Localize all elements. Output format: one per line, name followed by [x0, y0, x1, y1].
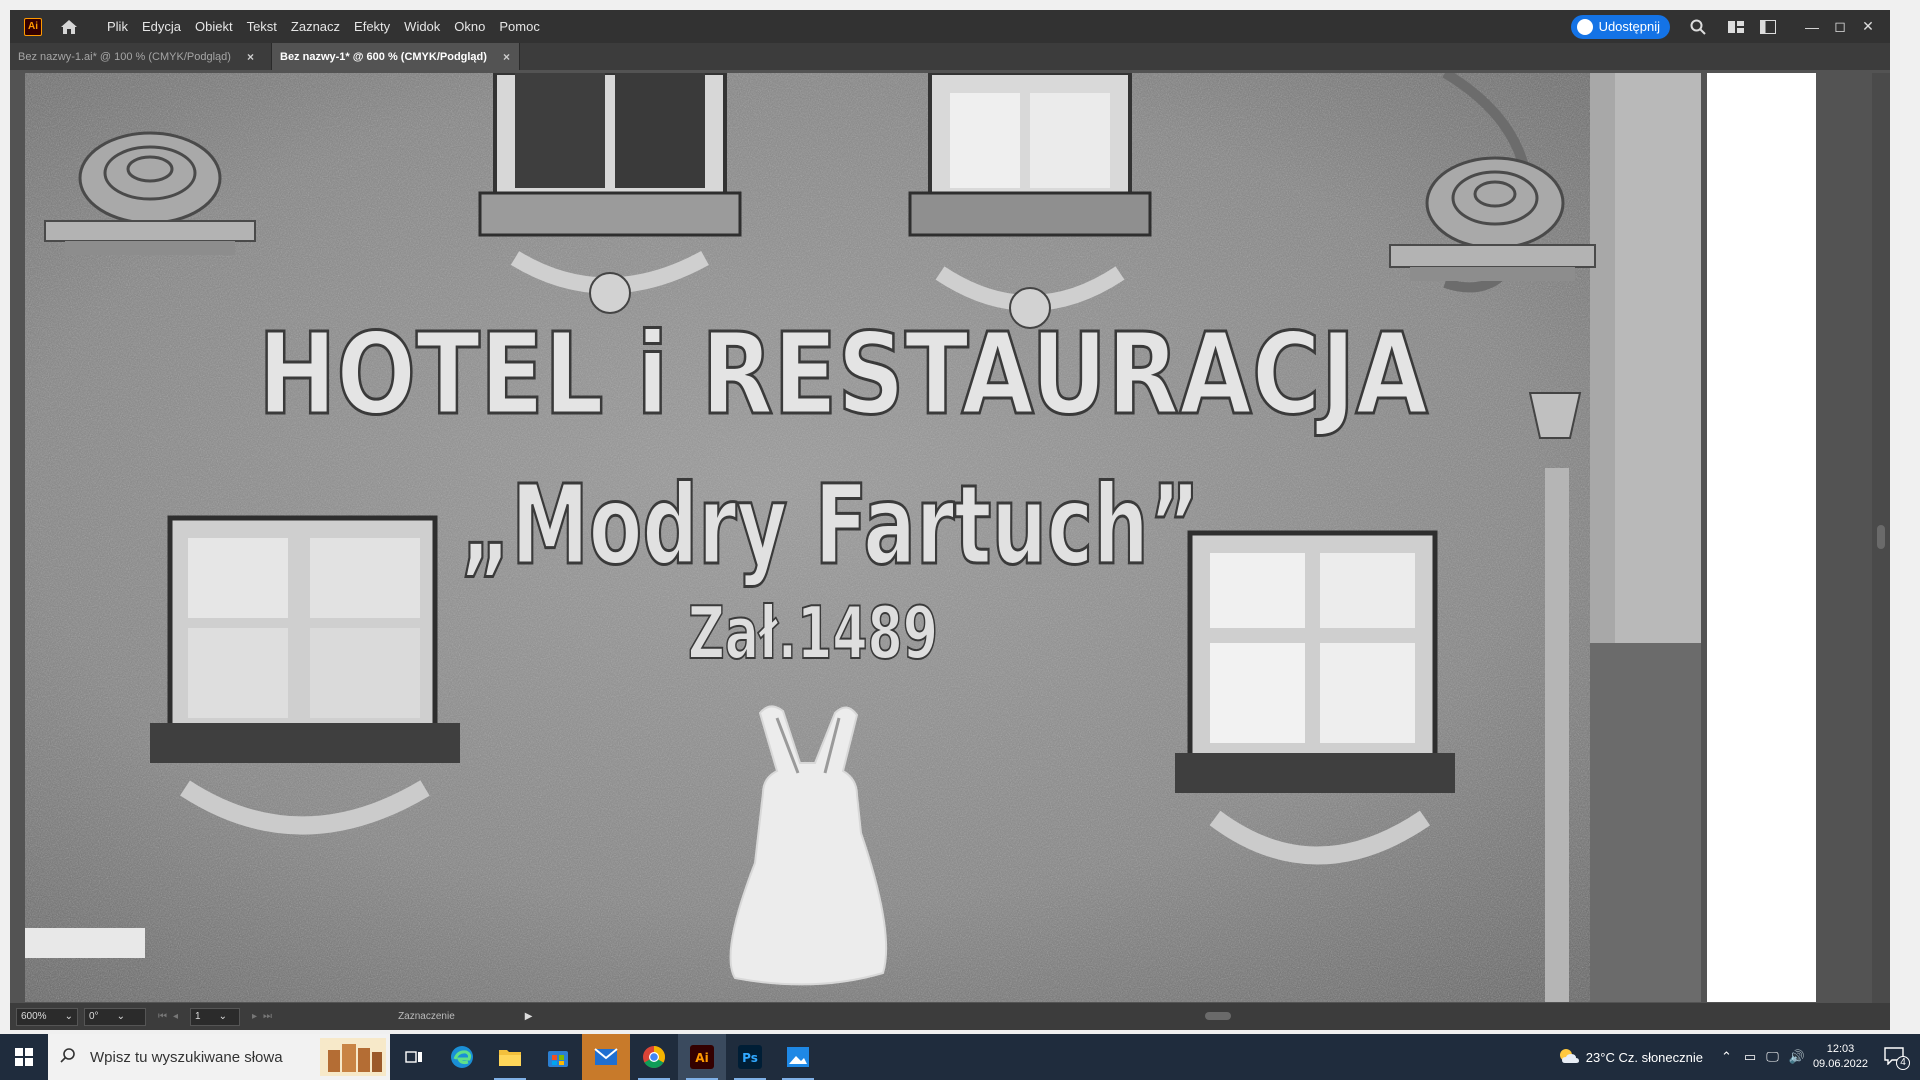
zoom-value: 600%: [21, 1011, 47, 1022]
sign-line-year: Zał.1489: [688, 591, 938, 675]
tab-document-600[interactable]: Bez nazwy-1* @ 600 % (CMYK/Podgląd) ×: [272, 43, 520, 70]
task-view-icon[interactable]: [390, 1034, 438, 1080]
workspace-icon[interactable]: [1752, 10, 1784, 43]
illustrator-taskbar-icon[interactable]: Ai: [678, 1034, 726, 1080]
illustrator-window: Ai Plik Edycja Obiekt Tekst Zaznacz Efek…: [10, 10, 1890, 1030]
menu-bar-right: Udostępnij — ◻ ✕: [1570, 10, 1890, 43]
notifications-icon[interactable]: 4: [1884, 1046, 1910, 1070]
edge-icon[interactable]: [438, 1034, 486, 1080]
chrome-icon[interactable]: [630, 1034, 678, 1080]
weather-icon[interactable]: [1558, 1047, 1580, 1068]
tab-label: Bez nazwy-1.ai* @ 100 % (CMYK/Podgląd): [18, 50, 231, 63]
photos-icon[interactable]: [774, 1034, 822, 1080]
tab-label: Bez nazwy-1* @ 600 % (CMYK/Podgląd): [280, 50, 487, 63]
start-button[interactable]: [0, 1034, 48, 1080]
svg-text:Ai: Ai: [695, 1051, 708, 1065]
windows-taskbar: Wpisz tu wyszukiwane słowa Ai Ps 23°C Cz…: [0, 1034, 1920, 1080]
current-tool-label: Zaznaczenie: [398, 1011, 455, 1022]
clock[interactable]: 12:03 09.06.2022: [1813, 1042, 1868, 1072]
artboard-prev-icons[interactable]: ⏮◂: [158, 1011, 184, 1022]
menu-tekst[interactable]: Tekst: [240, 10, 284, 43]
svg-text:Ps: Ps: [742, 1051, 758, 1065]
volume-icon[interactable]: 🔊: [1789, 1049, 1805, 1065]
vertical-scroll-thumb[interactable]: [1877, 525, 1885, 549]
share-label: Udostępnij: [1598, 19, 1660, 34]
arrange-documents-icon[interactable]: [1720, 10, 1752, 43]
rotation-select[interactable]: 0° ⌄: [84, 1007, 146, 1026]
chevron-down-icon: ⌄: [116, 1011, 125, 1022]
notification-count: 4: [1896, 1055, 1910, 1070]
menu-bar: Ai Plik Edycja Obiekt Tekst Zaznacz Efek…: [10, 10, 1890, 43]
search-highlight-icon: [320, 1038, 386, 1076]
close-tab-icon[interactable]: ×: [247, 50, 254, 64]
illustrator-logo-icon: Ai: [24, 17, 42, 36]
sign-line-modry-fartuch: „Modry Fartuch”: [460, 461, 1200, 589]
chevron-down-icon: ⌄: [64, 1011, 73, 1022]
menu-plik[interactable]: Plik: [100, 10, 135, 43]
artboard-number: 1: [195, 1011, 201, 1022]
clock-date: 09.06.2022: [1812, 1058, 1868, 1070]
photoshop-icon[interactable]: Ps: [726, 1034, 774, 1080]
tray-apps-icon[interactable]: ▭: [1744, 1049, 1756, 1065]
vertical-scrollbar[interactable]: [1872, 73, 1890, 1018]
menu-widok[interactable]: Widok: [397, 10, 447, 43]
status-bar: 600% ⌄ 0° ⌄ ⏮◂ 1 ⌄ ▸⏭ Zaznaczenie ▶: [10, 1003, 1890, 1030]
close-window-icon[interactable]: ✕: [1854, 10, 1882, 43]
weather-text[interactable]: 23°C Cz. słonecznie: [1586, 1050, 1703, 1065]
artboard-canvas[interactable]: HOTEL i RESTAURACJA „Modry Fartuch” Zał.…: [25, 73, 1701, 1002]
search-placeholder: Wpisz tu wyszukiwane słowa: [90, 1048, 283, 1066]
taskbar-search[interactable]: Wpisz tu wyszukiwane słowa: [48, 1034, 390, 1080]
close-tab-icon[interactable]: ×: [503, 50, 510, 64]
menu-okno[interactable]: Okno: [447, 10, 492, 43]
sign-line-hotel: HOTEL i RESTAURACJA: [258, 310, 1428, 440]
store-icon[interactable]: [534, 1034, 582, 1080]
zoom-select[interactable]: 600% ⌄: [16, 1007, 78, 1026]
menu-edycja[interactable]: Edycja: [135, 10, 188, 43]
user-icon: [1576, 18, 1593, 35]
minimize-icon[interactable]: —: [1798, 10, 1826, 43]
chevron-down-icon: ⌄: [218, 1011, 227, 1022]
main-menu: Plik Edycja Obiekt Tekst Zaznacz Efekty …: [100, 10, 547, 43]
mail-icon[interactable]: [582, 1034, 630, 1080]
menu-obiekt[interactable]: Obiekt: [188, 10, 240, 43]
tab-document-100[interactable]: Bez nazwy-1.ai* @ 100 % (CMYK/Podgląd) ×: [10, 43, 272, 70]
file-explorer-icon[interactable]: [486, 1034, 534, 1080]
horizontal-scroll-thumb[interactable]: [1205, 1012, 1231, 1020]
menu-pomoc[interactable]: Pomoc: [492, 10, 546, 43]
status-menu-arrow-icon[interactable]: ▶: [525, 1011, 533, 1022]
menu-efekty[interactable]: Efekty: [347, 10, 397, 43]
maximize-icon[interactable]: ◻: [1826, 10, 1854, 43]
network-icon[interactable]: 🖵: [1766, 1049, 1779, 1065]
artboard-select[interactable]: 1 ⌄: [190, 1007, 241, 1026]
placed-photo-artwork: HOTEL i RESTAURACJA „Modry Fartuch” Zał.…: [25, 73, 1701, 1002]
search-icon[interactable]: [1682, 10, 1714, 43]
share-button[interactable]: Udostępnij: [1570, 14, 1670, 39]
search-icon: [60, 1047, 76, 1067]
chevron-up-icon[interactable]: ⌃: [1721, 1049, 1732, 1065]
canvas-pasteboard: [1707, 73, 1816, 1002]
menu-zaznacz[interactable]: Zaznacz: [284, 10, 347, 43]
home-icon[interactable]: [58, 16, 80, 38]
clock-time: 12:03: [1826, 1043, 1855, 1055]
document-tabs: Bez nazwy-1.ai* @ 100 % (CMYK/Podgląd) ×…: [10, 43, 1890, 70]
system-tray: 23°C Cz. słonecznie ⌃ ▭ 🖵 🔊 12:03 09.06.…: [1558, 1034, 1920, 1080]
rotation-value: 0°: [89, 1011, 99, 1022]
artboard-next-icons[interactable]: ▸⏭: [252, 1011, 278, 1022]
horizontal-scrollbar[interactable]: [545, 1011, 1875, 1021]
